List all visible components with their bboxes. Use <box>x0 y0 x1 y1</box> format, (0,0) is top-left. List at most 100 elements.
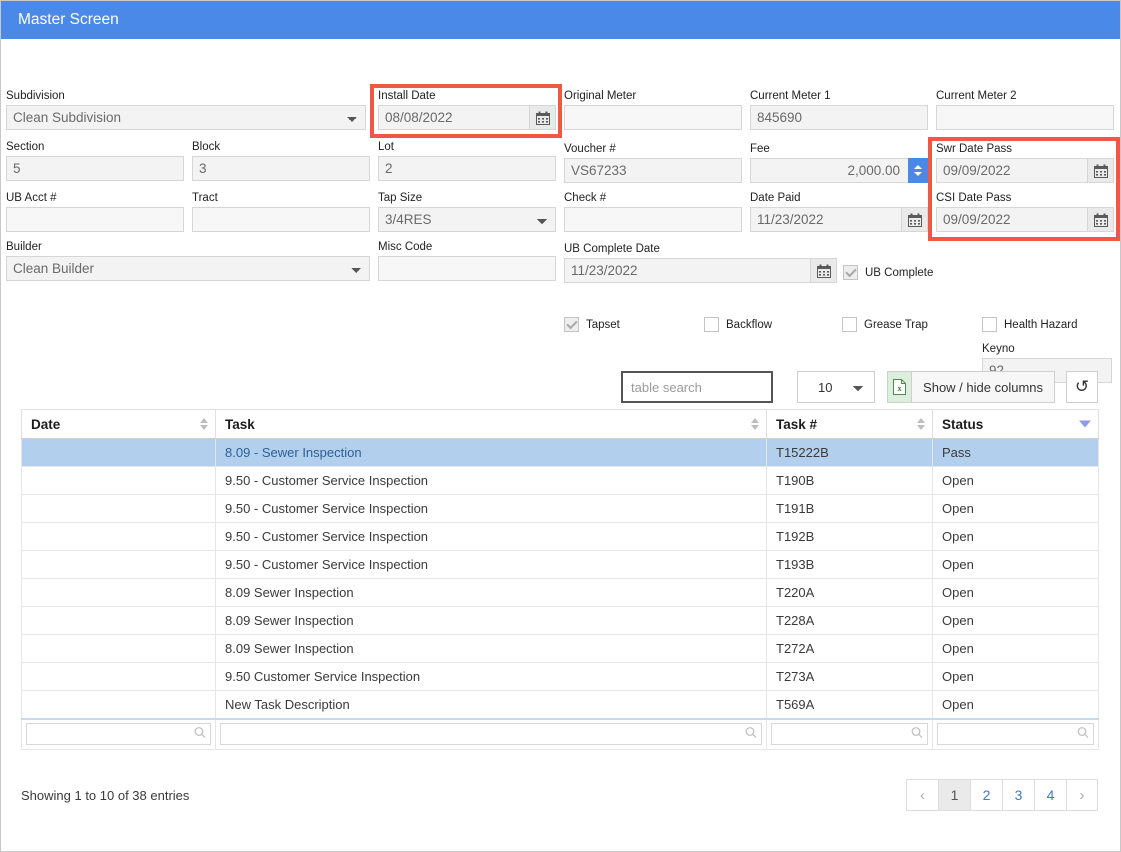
field-tract: Tract <box>192 191 370 232</box>
label-section: Section <box>6 140 184 154</box>
install-date-input[interactable] <box>378 105 529 130</box>
pagination-page-2[interactable]: 2 <box>970 779 1002 811</box>
checkbox-tapset[interactable]: Tapset <box>564 317 620 332</box>
table-row[interactable]: 8.09 - Sewer InspectionT15222BPass <box>22 439 1099 467</box>
cell-date <box>22 523 216 551</box>
calendar-icon[interactable] <box>1087 207 1114 232</box>
table-row[interactable]: 9.50 - Customer Service InspectionT191BO… <box>22 495 1099 523</box>
calendar-icon[interactable] <box>529 105 556 130</box>
tasks-table: Date Task Task # Status <box>21 409 1099 750</box>
checkbox-box-icon[interactable] <box>982 317 997 332</box>
tap-size-select[interactable]: 3/4RES <box>378 207 556 232</box>
master-screen-window: Master Screen Subdivision Clean Subdivis… <box>0 0 1121 852</box>
column-header-date[interactable]: Date <box>22 410 216 439</box>
pagination-page-3[interactable]: 3 <box>1002 779 1034 811</box>
excel-export-icon[interactable]: x <box>887 371 912 403</box>
section-input[interactable] <box>6 156 184 181</box>
cell-task[interactable]: 9.50 - Customer Service Inspection <box>216 523 767 551</box>
field-lot: Lot <box>378 140 556 181</box>
checkbox-backflow[interactable]: Backflow <box>704 317 772 332</box>
table-footer: Showing 1 to 10 of 38 entries ‹1234› <box>21 779 1098 811</box>
fee-input[interactable] <box>750 158 908 183</box>
cell-status: Open <box>933 551 1099 579</box>
cell-task[interactable]: 9.50 - Customer Service Inspection <box>216 551 767 579</box>
label-lot: Lot <box>378 140 556 154</box>
checkbox-ub-complete[interactable]: UB Complete <box>843 265 933 280</box>
filter-input-task-number[interactable] <box>771 723 928 745</box>
label-date-paid: Date Paid <box>750 191 928 205</box>
checkbox-grease-trap[interactable]: Grease Trap <box>842 317 928 332</box>
label-voucher: Voucher # <box>564 142 742 156</box>
cell-date <box>22 635 216 663</box>
block-input[interactable] <box>192 156 370 181</box>
field-ub-acct: UB Acct # <box>6 191 184 232</box>
cell-task[interactable]: 8.09 Sewer Inspection <box>216 635 767 663</box>
swr-date-pass-input[interactable] <box>936 158 1087 183</box>
cell-task-number: T569A <box>767 691 933 720</box>
cell-date <box>22 495 216 523</box>
pagination-arrow[interactable]: › <box>1066 779 1098 811</box>
column-header-task[interactable]: Task <box>216 410 767 439</box>
lot-input[interactable] <box>378 156 556 181</box>
label-fee: Fee <box>750 142 928 156</box>
cell-task[interactable]: 9.50 - Customer Service Inspection <box>216 495 767 523</box>
cell-task[interactable]: 8.09 - Sewer Inspection <box>216 439 767 467</box>
calendar-icon[interactable] <box>810 258 837 283</box>
voucher-input[interactable] <box>564 158 742 183</box>
table-row[interactable]: New Task DescriptionT569AOpen <box>22 691 1099 720</box>
pagination-page-4[interactable]: 4 <box>1034 779 1066 811</box>
refresh-icon[interactable]: ↺ <box>1066 371 1098 403</box>
filter-input-task[interactable] <box>220 723 762 745</box>
showing-entries-text: Showing 1 to 10 of 38 entries <box>21 788 189 803</box>
check-no-input[interactable] <box>564 207 742 232</box>
table-row[interactable]: 9.50 - Customer Service InspectionT190BO… <box>22 467 1099 495</box>
cell-task[interactable]: 9.50 Customer Service Inspection <box>216 663 767 691</box>
column-header-task-number[interactable]: Task # <box>767 410 933 439</box>
checkbox-health-hazard[interactable]: Health Hazard <box>982 317 1078 332</box>
misc-code-input[interactable] <box>378 256 556 281</box>
calendar-icon[interactable] <box>901 207 928 232</box>
cell-task[interactable]: New Task Description <box>216 691 767 720</box>
checkbox-box-icon[interactable] <box>842 317 857 332</box>
label-current-meter-1: Current Meter 1 <box>750 89 928 103</box>
table-row[interactable]: 8.09 Sewer InspectionT228AOpen <box>22 607 1099 635</box>
show-hide-columns-button[interactable]: Show / hide columns <box>912 371 1055 403</box>
table-row[interactable]: 9.50 - Customer Service InspectionT192BO… <box>22 523 1099 551</box>
table-row[interactable]: 8.09 Sewer InspectionT220AOpen <box>22 579 1099 607</box>
tract-input[interactable] <box>192 207 370 232</box>
column-label-task-number: Task # <box>776 417 817 432</box>
ub-complete-date-input[interactable] <box>564 258 810 283</box>
filter-input-status[interactable] <box>937 723 1094 745</box>
cell-task[interactable]: 8.09 Sewer Inspection <box>216 579 767 607</box>
table-row[interactable]: 9.50 Customer Service InspectionT273AOpe… <box>22 663 1099 691</box>
current-meter-1-input[interactable] <box>750 105 928 130</box>
current-meter-2-input[interactable] <box>936 105 1114 130</box>
column-header-status[interactable]: Status <box>933 410 1099 439</box>
sort-icon-descending[interactable] <box>1079 421 1091 428</box>
builder-select[interactable]: Clean Builder <box>6 256 370 281</box>
checkmark-icon[interactable] <box>564 317 579 332</box>
filter-input-date[interactable] <box>26 723 211 745</box>
sort-icon[interactable] <box>917 418 925 430</box>
checkbox-box-icon[interactable] <box>704 317 719 332</box>
pagination-arrow[interactable]: ‹ <box>906 779 938 811</box>
sort-icon[interactable] <box>751 418 759 430</box>
fee-stepper[interactable] <box>908 158 928 183</box>
csi-date-pass-input[interactable] <box>936 207 1087 232</box>
table-row[interactable]: 8.09 Sewer InspectionT272AOpen <box>22 635 1099 663</box>
ub-acct-input[interactable] <box>6 207 184 232</box>
label-ub-acct: UB Acct # <box>6 191 184 205</box>
table-search-input[interactable] <box>621 371 773 403</box>
subdivision-select[interactable]: Clean Subdivision <box>6 105 366 130</box>
calendar-icon[interactable] <box>1087 158 1114 183</box>
date-paid-input[interactable] <box>750 207 901 232</box>
filter-cell-date <box>22 719 216 749</box>
page-length-select[interactable]: 10 <box>797 371 875 403</box>
sort-icon[interactable] <box>200 418 208 430</box>
pagination-page-1[interactable]: 1 <box>938 779 970 811</box>
original-meter-input[interactable] <box>564 105 742 130</box>
table-row[interactable]: 9.50 - Customer Service InspectionT193BO… <box>22 551 1099 579</box>
cell-task[interactable]: 8.09 Sewer Inspection <box>216 607 767 635</box>
cell-task[interactable]: 9.50 - Customer Service Inspection <box>216 467 767 495</box>
checkmark-icon[interactable] <box>843 265 858 280</box>
